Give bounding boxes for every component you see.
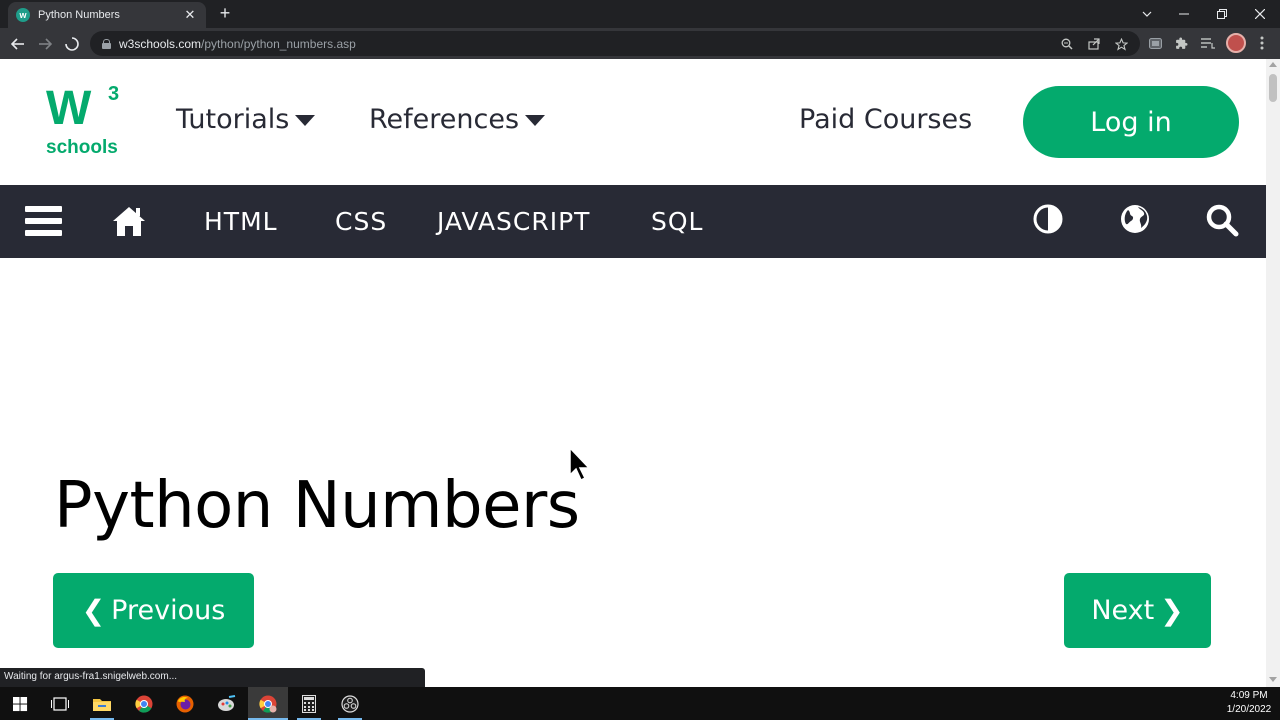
tutorials-menu[interactable]: Tutorials [176,104,316,135]
zoom-icon[interactable] [1060,37,1074,51]
chrome-icon[interactable] [132,692,156,716]
system-clock[interactable]: 4:09 PM 1/20/2022 [1222,689,1276,717]
task-view-icon[interactable] [48,692,72,716]
new-tab-button[interactable]: + [216,4,234,22]
login-button[interactable]: Log in [1023,86,1239,158]
next-button[interactable]: Next ❯ [1064,573,1211,648]
extension-icon[interactable] [1147,35,1163,51]
browser-toolbar: w3schools.com/python/python_numbers.asp [0,28,1280,59]
clock-date: 1/20/2022 [1226,704,1272,715]
url-host: w3schools.com [119,36,202,51]
file-explorer-icon[interactable] [90,692,114,716]
caret-down-icon [525,115,546,126]
paid-courses-link[interactable]: Paid Courses [799,104,972,135]
scroll-down-arrow-icon[interactable] [1269,677,1277,682]
extensions-puzzle-icon[interactable] [1173,35,1189,51]
subnav-sql[interactable]: SQL [651,207,703,236]
search-icon[interactable] [1205,203,1239,237]
paint-app-icon[interactable] [215,692,239,716]
lock-icon [102,38,111,49]
logo-w: W [46,82,91,135]
logo-schools-text: schools [46,137,118,158]
references-label: References [369,104,520,135]
windows-start-icon[interactable] [8,692,32,716]
dark-mode-toggle-icon[interactable] [1032,203,1066,237]
restore-window-button[interactable] [1203,0,1241,28]
windows-taskbar: 4:09 PM 1/20/2022 [0,687,1280,720]
profile-avatar[interactable] [1226,33,1246,53]
page-scrollbar[interactable] [1266,59,1280,687]
w3schools-favicon-icon: w [16,8,30,22]
references-menu[interactable]: References [369,104,546,135]
site-subnav-bar: HTML CSS JAVASCRIPT SQL [0,185,1266,258]
browser-tab[interactable]: w Python Numbers ✕ [8,2,206,28]
url-path: /python/python_numbers.asp [201,36,356,51]
tab-close-icon[interactable]: ✕ [182,7,198,23]
address-bar[interactable]: w3schools.com/python/python_numbers.asp [90,31,1140,56]
next-label: Next [1091,595,1155,626]
logo-superscript: 3 [108,83,120,105]
calculator-icon[interactable] [297,692,321,716]
previous-button[interactable]: ❮ Previous [53,573,254,648]
caret-down-icon [295,115,316,126]
chevron-left-icon: ❮ [81,594,106,627]
back-arrow-icon[interactable] [8,34,28,54]
site-top-navigation: W 3 schools Tutorials References Paid Co… [0,59,1266,185]
obs-studio-icon[interactable] [338,692,362,716]
bookmark-star-icon[interactable] [1114,37,1128,51]
minimize-window-button[interactable] [1165,0,1203,28]
w3schools-logo[interactable]: W 3 schools [46,82,126,159]
firefox-icon[interactable] [173,692,197,716]
share-icon[interactable] [1087,37,1101,51]
clock-time: 4:09 PM [1230,690,1268,701]
hamburger-menu-icon[interactable] [25,206,62,237]
globe-icon[interactable] [1119,203,1153,237]
home-icon[interactable] [111,204,147,238]
page-title: Python Numbers [54,469,580,543]
tutorials-label: Tutorials [176,104,290,135]
chrome-active-icon[interactable] [256,692,280,716]
tab-search-icon[interactable] [1128,0,1166,28]
subnav-html[interactable]: HTML [204,207,278,236]
scrollbar-thumb[interactable] [1269,74,1277,102]
subnav-javascript[interactable]: JAVASCRIPT [437,207,590,236]
paid-courses-label: Paid Courses [799,104,973,135]
chevron-right-icon: ❯ [1160,594,1184,627]
subnav-css[interactable]: CSS [335,207,387,236]
web-page: W 3 schools Tutorials References Paid Co… [0,59,1266,687]
browser-tab-strip: w Python Numbers ✕ + [0,0,1280,28]
mouse-cursor-icon [569,447,591,482]
close-window-button[interactable] [1241,0,1279,28]
loading-spinner-icon[interactable] [62,34,82,54]
kebab-menu-icon[interactable] [1254,35,1270,51]
previous-label: Previous [111,595,226,626]
reading-list-icon[interactable] [1200,35,1216,51]
tab-title: Python Numbers [38,9,120,21]
browser-status-text: Waiting for argus-fra1.snigelweb.com... [0,668,425,687]
scroll-up-arrow-icon[interactable] [1269,62,1277,67]
forward-arrow-icon[interactable] [35,34,55,54]
